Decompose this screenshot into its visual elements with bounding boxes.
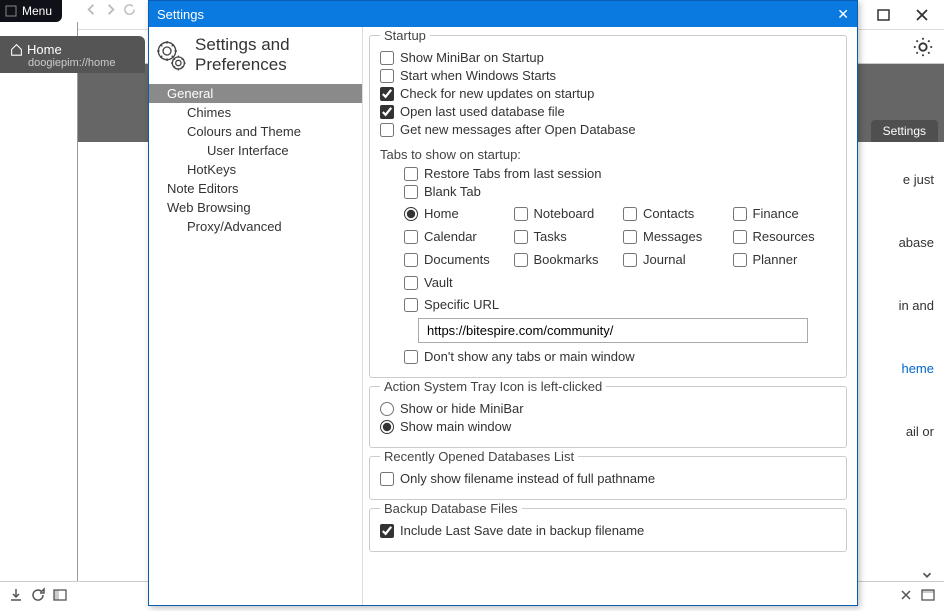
tab-noteboard-checkbox[interactable] <box>514 207 528 221</box>
download-icon[interactable] <box>8 587 24 606</box>
bg-left-nav <box>0 22 78 581</box>
bg-partial-text: in and <box>895 298 934 313</box>
settings-content: Startup Show MiniBar on Startup Start wh… <box>363 27 857 605</box>
back-icon[interactable] <box>84 2 99 20</box>
backup-group: Backup Database Files Include Last Save … <box>369 508 847 552</box>
tray-minibar-radio[interactable] <box>380 402 394 416</box>
bg-nav-buttons <box>78 0 143 22</box>
dialog-titlebar[interactable]: Settings ✕ <box>149 1 857 27</box>
blank-tab-checkbox[interactable] <box>404 185 418 199</box>
refresh-icon[interactable] <box>30 587 46 606</box>
show-minibar-checkbox[interactable] <box>380 51 394 65</box>
tabs-grid: Home Noteboard Contacts Finance Calendar… <box>404 203 836 293</box>
tree-general[interactable]: General <box>149 84 362 103</box>
tab-finance-checkbox[interactable] <box>733 207 747 221</box>
tree-ui[interactable]: User Interface <box>149 141 362 160</box>
check-updates-checkbox[interactable] <box>380 87 394 101</box>
maximize-icon[interactable] <box>876 7 892 23</box>
recent-filename-checkbox[interactable] <box>380 472 394 486</box>
gears-icon <box>155 36 187 74</box>
tab-messages-checkbox[interactable] <box>623 230 637 244</box>
bg-partial-text: abase <box>899 235 934 250</box>
forward-icon[interactable] <box>103 2 118 20</box>
tab-planner-checkbox[interactable] <box>733 253 747 267</box>
backup-date-checkbox[interactable] <box>380 524 394 538</box>
tab-tasks-checkbox[interactable] <box>514 230 528 244</box>
tree-colours[interactable]: Colours and Theme <box>149 122 362 141</box>
start-windows-checkbox[interactable] <box>380 69 394 83</box>
reload-icon[interactable] <box>122 2 137 20</box>
bg-settings-tab[interactable]: Settings <box>871 120 938 142</box>
app-close-icon[interactable] <box>914 7 930 23</box>
dialog-title: Settings <box>157 7 204 22</box>
get-messages-checkbox[interactable] <box>380 123 394 137</box>
tray-main-radio[interactable] <box>380 420 394 434</box>
menu-button[interactable]: Menu <box>0 0 62 22</box>
panel-icon[interactable] <box>920 587 936 606</box>
bg-partial-text: heme <box>901 361 934 376</box>
sidebar-title: Settings and Preferences <box>195 35 356 74</box>
tree-hotkeys[interactable]: HotKeys <box>149 160 362 179</box>
tab-documents-checkbox[interactable] <box>404 253 418 267</box>
startup-legend: Startup <box>380 28 430 43</box>
tree-proxy[interactable]: Proxy/Advanced <box>149 217 362 236</box>
bg-partial-text: ail or <box>906 424 934 439</box>
backup-legend: Backup Database Files <box>380 501 522 516</box>
tab-vault-checkbox[interactable] <box>404 276 418 290</box>
tab-contacts-checkbox[interactable] <box>623 207 637 221</box>
settings-dialog: Settings ✕ Settings and Preferences Gene… <box>148 0 858 606</box>
close-icon[interactable]: ✕ <box>837 6 849 23</box>
specific-url-input[interactable] <box>418 318 808 343</box>
tray-legend: Action System Tray Icon is left-clicked <box>380 379 606 394</box>
chevron-down-icon[interactable] <box>920 568 934 585</box>
tabs-header: Tabs to show on startup: <box>380 147 836 162</box>
tree-web[interactable]: Web Browsing <box>149 198 362 217</box>
settings-sidebar: Settings and Preferences General Chimes … <box>149 27 363 605</box>
tab-journal-checkbox[interactable] <box>623 253 637 267</box>
specific-url-checkbox[interactable] <box>404 298 418 312</box>
bg-partial-text: e just <box>903 172 934 187</box>
restore-tabs-checkbox[interactable] <box>404 167 418 181</box>
sidebar-header: Settings and Preferences <box>149 31 362 84</box>
recent-group: Recently Opened Databases List Only show… <box>369 456 847 500</box>
tree-noteeditors[interactable]: Note Editors <box>149 179 362 198</box>
dont-show-checkbox[interactable] <box>404 350 418 364</box>
tab-calendar-checkbox[interactable] <box>404 230 418 244</box>
tab-resources-checkbox[interactable] <box>733 230 747 244</box>
panel-icon[interactable] <box>52 587 68 606</box>
gear-icon[interactable] <box>912 36 934 58</box>
tab-home-radio[interactable] <box>404 207 418 221</box>
recent-legend: Recently Opened Databases List <box>380 449 578 464</box>
close-icon[interactable] <box>898 587 914 606</box>
home-tab-url: doogiepim://home <box>10 57 135 69</box>
tree-chimes[interactable]: Chimes <box>149 103 362 122</box>
open-last-db-checkbox[interactable] <box>380 105 394 119</box>
home-tab[interactable]: Home doogiepim://home <box>0 36 145 73</box>
tray-group: Action System Tray Icon is left-clicked … <box>369 386 847 448</box>
tab-bookmarks-checkbox[interactable] <box>514 253 528 267</box>
startup-group: Startup Show MiniBar on Startup Start wh… <box>369 35 847 378</box>
settings-tree: General Chimes Colours and Theme User In… <box>149 84 362 236</box>
